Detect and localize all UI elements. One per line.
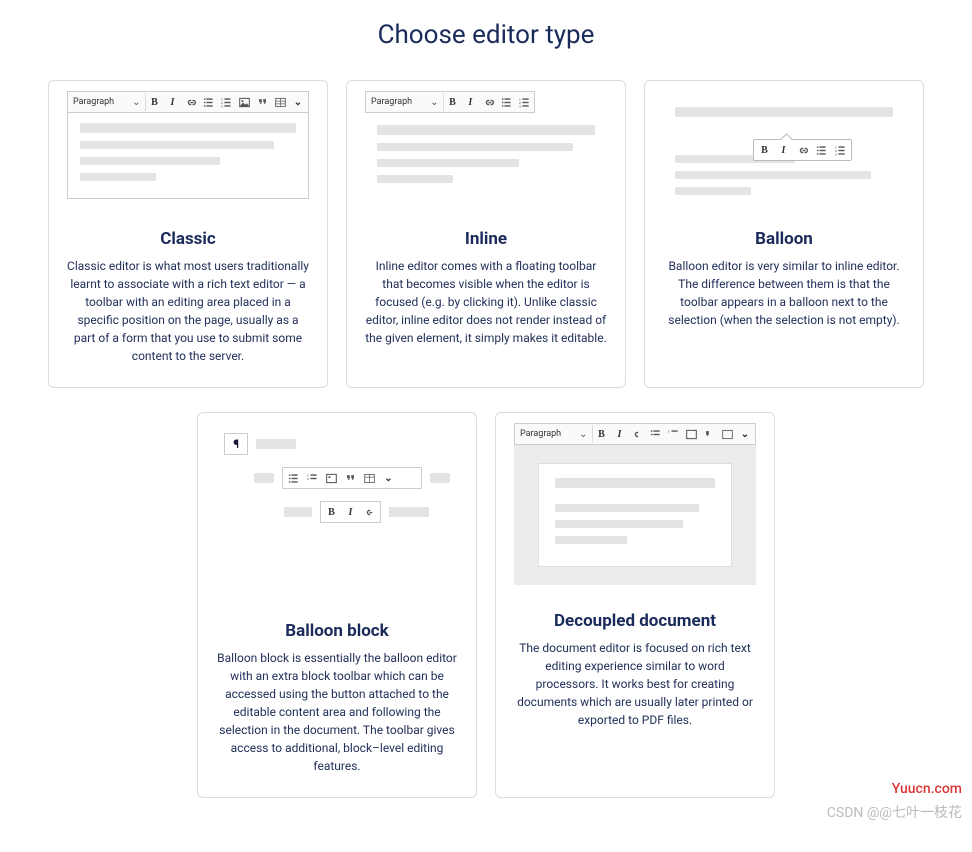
classic-toolbar: Paragraph B I 123 ⌄ <box>67 91 309 113</box>
numbered-list-icon: 123 <box>217 93 235 111</box>
italic-icon: I <box>341 502 360 522</box>
inline-content <box>365 113 607 203</box>
italic-icon: I <box>774 140 793 160</box>
page-title: Choose editor type <box>30 20 942 50</box>
bulleted-list-icon <box>199 93 217 111</box>
image-icon <box>322 468 341 488</box>
link-icon <box>181 93 199 111</box>
card-row-1: Paragraph B I 123 ⌄ Classic Classic edit… <box>30 80 942 388</box>
inline-title: Inline <box>465 229 507 249</box>
balloon-preview: B I 123 <box>663 91 905 211</box>
svg-text:3: 3 <box>221 104 223 108</box>
table-icon <box>360 468 379 488</box>
decoupled-preview: Paragraph B I 1 ⌄ <box>514 423 756 593</box>
svg-text:2: 2 <box>307 476 309 480</box>
bold-icon: B <box>593 425 611 443</box>
blockquote-icon <box>700 425 718 443</box>
bold-icon: B <box>755 140 774 160</box>
svg-text:3: 3 <box>519 104 521 108</box>
card-balloon[interactable]: B I 123 Balloon Balloon editor is very s… <box>644 80 924 388</box>
numbered-list-icon: 12 <box>303 468 322 488</box>
watermark-grey: CSDN @@七叶一枝花 <box>827 802 962 822</box>
decoupled-title: Decoupled document <box>554 611 716 631</box>
bold-icon: B <box>322 502 341 522</box>
card-decoupled[interactable]: Paragraph B I 1 ⌄ De <box>495 412 775 798</box>
paragraph-dropdown: Paragraph <box>516 425 593 443</box>
decoupled-surface <box>514 445 756 585</box>
svg-text:3: 3 <box>835 152 837 156</box>
card-row-2: ¶ 12 ⌄ B I <box>30 412 942 798</box>
card-balloon-block[interactable]: ¶ 12 ⌄ B I <box>197 412 477 798</box>
paragraph-dropdown: Paragraph <box>367 93 444 111</box>
numbered-list-icon: 123 <box>831 140 850 160</box>
bulleted-list-icon <box>497 93 515 111</box>
table-icon <box>271 93 289 111</box>
dropdown-icon: ⌄ <box>736 425 754 443</box>
dropdown-icon: ⌄ <box>379 468 398 488</box>
link-icon <box>479 93 497 111</box>
pilcrow-icon: ¶ <box>224 433 248 455</box>
inline-preview: Paragraph B I 123 <box>365 91 607 211</box>
table-icon <box>718 425 736 443</box>
italic-icon: I <box>163 93 181 111</box>
bold-icon: B <box>146 93 164 111</box>
blockquote-icon <box>253 93 271 111</box>
inline-toolbar: Paragraph B I 123 <box>365 91 535 113</box>
svg-text:1: 1 <box>668 429 670 433</box>
balloon-block-title: Balloon block <box>285 621 389 641</box>
balloon-title: Balloon <box>755 229 813 249</box>
numbered-list-icon: 123 <box>515 93 533 111</box>
classic-title: Classic <box>160 229 216 249</box>
watermark-red: Yuucn.com <box>892 781 962 797</box>
numbered-list-icon: 1 <box>664 425 682 443</box>
bulleted-list-icon <box>812 140 831 160</box>
classic-preview: Paragraph B I 123 ⌄ <box>67 91 309 211</box>
classic-desc: Classic editor is what most users tradit… <box>67 257 309 365</box>
balloon-block-toolbar-1: 12 ⌄ <box>282 467 422 489</box>
balloon-block-preview: ¶ 12 ⌄ B I <box>216 423 458 603</box>
balloon-block-toolbar-2: B I <box>320 501 381 523</box>
link-icon <box>793 140 812 160</box>
card-classic[interactable]: Paragraph B I 123 ⌄ Classic Classic edit… <box>48 80 328 388</box>
decoupled-page <box>538 463 732 567</box>
image-icon <box>235 93 253 111</box>
link-icon <box>628 425 646 443</box>
paragraph-dropdown: Paragraph <box>69 93 146 111</box>
decoupled-toolbar: Paragraph B I 1 ⌄ <box>514 423 756 445</box>
decoupled-desc: The document editor is focused on rich t… <box>514 639 756 729</box>
bulleted-list-icon <box>284 468 303 488</box>
bold-icon: B <box>444 93 462 111</box>
classic-content <box>67 113 309 199</box>
image-icon <box>682 425 700 443</box>
bulleted-list-icon <box>646 425 664 443</box>
link-icon <box>360 502 379 522</box>
italic-icon: I <box>461 93 479 111</box>
balloon-desc: Balloon editor is very similar to inline… <box>663 257 905 329</box>
dropdown-icon: ⌄ <box>289 93 307 111</box>
card-inline[interactable]: Paragraph B I 123 Inline Inline editor c… <box>346 80 626 388</box>
inline-desc: Inline editor comes with a floating tool… <box>365 257 607 347</box>
balloon-block-desc: Balloon block is essentially the balloon… <box>216 649 458 775</box>
italic-icon: I <box>610 425 628 443</box>
balloon-toolbar: B I 123 <box>753 139 852 161</box>
blockquote-icon <box>341 468 360 488</box>
